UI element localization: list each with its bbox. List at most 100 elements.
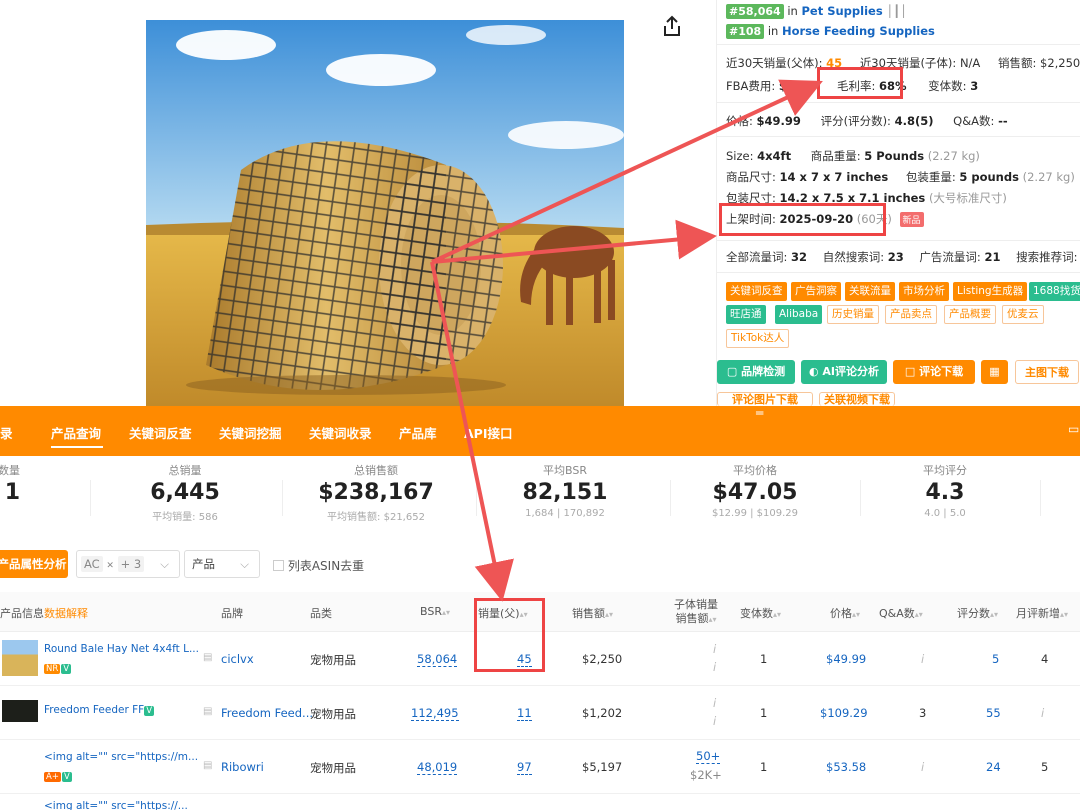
- product-title-link[interactable]: <img alt="" src="https://m...: [44, 751, 198, 763]
- table-row[interactable]: <img alt="" src="https://m... A+ V ▤ Ribo…: [0, 740, 1080, 794]
- label: 搜索推荐词:: [1016, 250, 1078, 264]
- product-title-link[interactable]: Freedom Feeder FF V: [44, 704, 155, 716]
- nav-item-keyword-reverse[interactable]: 关键词反查: [129, 423, 192, 442]
- info-icon[interactable]: i: [921, 652, 924, 666]
- th-child-sales[interactable]: 子体销量 销售额▴▾: [674, 598, 718, 627]
- product-title-link[interactable]: Round Bale Hay Net 4x4ft L...: [44, 643, 199, 655]
- share-icon[interactable]: [660, 14, 684, 38]
- traffic-value: 32: [791, 250, 808, 264]
- reviews-link[interactable]: 24: [986, 760, 1001, 774]
- child-sales-link[interactable]: 50+: [696, 749, 721, 764]
- dedupe-checkbox[interactable]: 列表ASIN去重: [273, 557, 364, 574]
- bar-chart-icon[interactable]: │┃│: [886, 4, 907, 18]
- rank-category-link[interactable]: Horse Feeding Supplies: [782, 24, 935, 38]
- child-revenue-text: $2K+: [690, 768, 722, 782]
- bsr-link[interactable]: 112,495: [411, 706, 459, 721]
- qa-value: --: [998, 114, 1008, 128]
- stat-value: 1: [4, 480, 20, 505]
- tag-ad-insight[interactable]: 广告洞察: [791, 282, 841, 301]
- info-icon[interactable]: i: [713, 642, 716, 656]
- calculator-icon[interactable]: ▦: [981, 360, 1008, 384]
- table-row[interactable]: Freedom Feeder FF V ▤ Freedom Feed... 宠物用…: [0, 686, 1080, 740]
- label: 广告流量词:: [919, 250, 981, 264]
- tag-keyword-reverse[interactable]: 关键词反查: [726, 282, 787, 301]
- sales-link[interactable]: 97: [517, 760, 532, 775]
- tag-selling-points[interactable]: 产品卖点: [885, 305, 937, 324]
- stat-total-sales: 总销量 6,445 平均销量: 586: [120, 462, 250, 523]
- info-icon[interactable]: i: [921, 760, 924, 774]
- ai-review-button[interactable]: ◐ AI评论分析: [801, 360, 887, 384]
- header-label: Q&A数: [879, 607, 915, 620]
- filter-chip: AC: [81, 556, 103, 572]
- product-title-link[interactable]: <img alt="" src="https://...: [44, 800, 188, 810]
- chat-icon[interactable]: ▭: [1068, 422, 1079, 436]
- tag-wangdiantong[interactable]: 旺店通: [726, 305, 766, 324]
- th-variants[interactable]: 变体数▴▾: [740, 605, 781, 621]
- info-icon[interactable]: i: [713, 696, 716, 710]
- listed-highlight-box: [719, 203, 886, 236]
- tag-history-sales[interactable]: 历史销量: [827, 305, 879, 324]
- info-icon[interactable]: i: [713, 660, 716, 674]
- stat-value: 4.3: [925, 480, 965, 505]
- product-thumbnail[interactable]: [2, 700, 38, 722]
- label: 价格:: [726, 114, 753, 128]
- tag-product-summary[interactable]: 产品概要: [944, 305, 996, 324]
- reviews-link[interactable]: 55: [986, 706, 1001, 720]
- review-download-button[interactable]: □ 评论下载: [893, 360, 975, 384]
- tag-listing-generator[interactable]: Listing生成器: [953, 282, 1028, 301]
- drag-handle-icon[interactable]: ═: [756, 406, 763, 420]
- brand-link[interactable]: Freedom Feed...: [221, 706, 313, 720]
- tag-1688[interactable]: 1688找货: [1029, 282, 1080, 301]
- label: 评分(评分数):: [820, 114, 891, 128]
- info-icon[interactable]: i: [713, 714, 716, 728]
- bsr-link[interactable]: 48,019: [417, 760, 458, 775]
- review-image-download-button[interactable]: 评论图片下载: [717, 392, 813, 406]
- stat-avg-rating: 平均评分 4.3 4.0 | 5.0: [880, 462, 1010, 519]
- reviews-link[interactable]: 5: [992, 652, 999, 666]
- th-qa[interactable]: Q&A数▴▾: [879, 605, 923, 621]
- sort-icon: ▴▾: [605, 610, 614, 619]
- bsr-link[interactable]: 58,064: [417, 652, 458, 667]
- rank-category-link[interactable]: Pet Supplies: [801, 4, 882, 18]
- th-info: 产品信息数据解释: [0, 605, 88, 621]
- new-badge: 新品: [899, 212, 924, 227]
- sales-link[interactable]: 11: [517, 706, 532, 721]
- nav-item-partial[interactable]: 录: [0, 423, 13, 442]
- main-image-download-button[interactable]: 主图下载: [1015, 360, 1079, 384]
- nav-item-api[interactable]: API接口: [464, 423, 513, 442]
- size-row: Size: 4x4ft 商品重量: 5 Pounds (2.27 kg): [726, 148, 980, 164]
- header-label: 子体销量: [674, 598, 718, 611]
- th-revenue[interactable]: 销售额▴▾: [572, 605, 613, 621]
- filter-multiselect[interactable]: AC ✕ + 3 ⌵: [76, 550, 180, 578]
- tag-market-analysis[interactable]: 市场分析: [899, 282, 949, 301]
- price-link[interactable]: $49.99: [826, 652, 866, 666]
- stat-label: 总销售额: [354, 464, 398, 477]
- product-thumbnail[interactable]: [2, 640, 38, 676]
- brand-link[interactable]: ciclvx: [221, 652, 254, 666]
- checkbox-label: 列表ASIN去重: [287, 559, 365, 573]
- brand-link[interactable]: Ribowri: [221, 760, 264, 774]
- nav-item-product-query[interactable]: 产品查询: [51, 423, 101, 442]
- tag-youmaiyun[interactable]: 优麦云: [1002, 305, 1044, 324]
- organic-value: 23: [887, 250, 904, 264]
- nav-item-keyword-mining[interactable]: 关键词挖掘: [219, 423, 282, 442]
- th-monthly[interactable]: 月评新增▴▾: [1016, 605, 1068, 621]
- tag-alibaba[interactable]: Alibaba: [775, 305, 823, 324]
- info-icon[interactable]: i: [1041, 706, 1044, 720]
- th-reviews[interactable]: 评分数▴▾: [957, 605, 998, 621]
- price-link[interactable]: $109.29: [820, 706, 868, 720]
- nav-item-keyword-index[interactable]: 关键词收录: [309, 423, 372, 442]
- attribute-analysis-button[interactable]: 产品属性分析: [0, 550, 68, 578]
- nav-item-product-library[interactable]: 产品库: [399, 423, 437, 442]
- close-icon[interactable]: ✕: [106, 561, 114, 571]
- th-bsr[interactable]: BSR▴▾: [420, 605, 450, 618]
- video-download-button[interactable]: 关联视频下载: [819, 392, 895, 406]
- th-price[interactable]: 价格▴▾: [830, 605, 860, 621]
- checkbox-icon[interactable]: [273, 560, 284, 571]
- brand-check-button[interactable]: ▢ 品牌检测: [717, 360, 795, 384]
- price-link[interactable]: $53.58: [826, 760, 866, 774]
- tag-related-traffic[interactable]: 关联流量: [845, 282, 895, 301]
- scope-select[interactable]: 产品 ⌵: [184, 550, 260, 578]
- tag-tiktok[interactable]: TikTok达人: [726, 329, 790, 348]
- data-explain-link[interactable]: 数据解释: [44, 607, 88, 620]
